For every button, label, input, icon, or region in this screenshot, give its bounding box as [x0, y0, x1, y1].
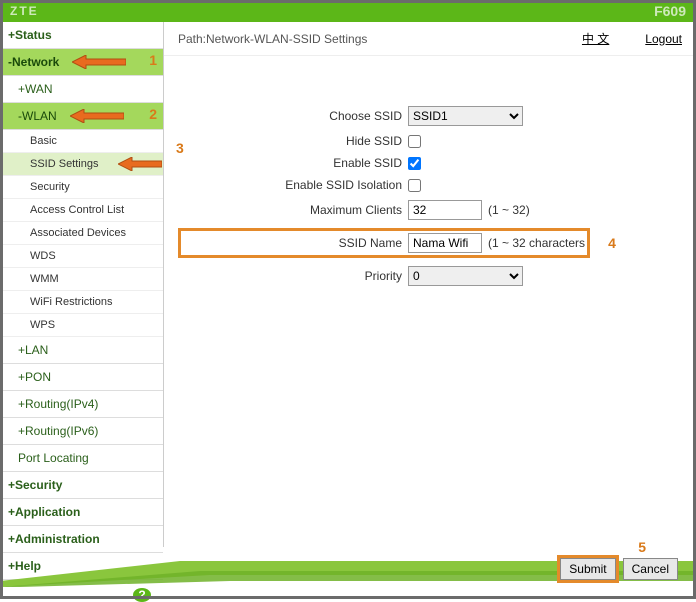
enable-isolation-checkbox[interactable] — [408, 179, 421, 192]
sidebar-item-acl[interactable]: Access Control List — [0, 199, 163, 222]
bottombar: 5 Submit Cancel — [0, 547, 696, 599]
form-area: Choose SSID SSID1 Hide SSID Enable SSID … — [164, 56, 696, 304]
hide-ssid-checkbox[interactable] — [408, 135, 421, 148]
sidebar-item-assoc[interactable]: Associated Devices — [0, 222, 163, 245]
enable-ssid-checkbox[interactable] — [408, 157, 421, 170]
breadcrumb: Path:Network-WLAN-SSID Settings — [178, 32, 367, 46]
arrow-icon — [118, 157, 162, 171]
label-hide-ssid: Hide SSID — [178, 134, 408, 148]
row-max-clients: Maximum Clients (1 ~ 32) — [178, 200, 682, 220]
cancel-button[interactable]: Cancel — [623, 558, 678, 580]
topbar: ZTE F609 — [0, 0, 696, 22]
row-priority: Priority 0 — [178, 266, 682, 286]
priority-select[interactable]: 0 — [408, 266, 523, 286]
button-row: Submit Cancel — [557, 555, 678, 583]
sidebar-item-wds[interactable]: WDS — [0, 245, 163, 268]
label-ssid-name: SSID Name — [183, 236, 408, 250]
logout-link[interactable]: Logout — [645, 32, 682, 46]
annotation-1: 1 — [149, 52, 157, 68]
arrow-icon — [72, 55, 126, 69]
sidebar-label: -Network — [8, 55, 59, 69]
annotation-3: 3 — [176, 140, 184, 156]
sidebar-item-security-wlan[interactable]: Security — [0, 176, 163, 199]
submit-highlight: Submit — [557, 555, 618, 583]
sidebar-item-network[interactable]: -Network 1 — [0, 49, 163, 76]
sidebar-item-routing6[interactable]: +Routing(IPv6) — [0, 418, 163, 445]
sidebar-label: SSID Settings — [30, 158, 98, 170]
ssid-name-highlight: SSID Name (1 ~ 32 characters — [178, 228, 590, 258]
label-enable-isolation: Enable SSID Isolation — [178, 178, 408, 192]
language-link[interactable]: 中 文 — [582, 30, 609, 47]
choose-ssid-select[interactable]: SSID1 — [408, 106, 523, 126]
label-priority: Priority — [178, 269, 408, 283]
sidebar-item-port-locating[interactable]: Port Locating — [0, 445, 163, 472]
label-choose-ssid: Choose SSID — [178, 109, 408, 123]
sidebar-item-wifi-restrict[interactable]: WiFi Restrictions — [0, 291, 163, 314]
label-max-clients: Maximum Clients — [178, 203, 408, 217]
sidebar-item-wmm[interactable]: WMM — [0, 268, 163, 291]
sidebar-item-application[interactable]: +Application — [0, 499, 163, 526]
ssid-name-input[interactable] — [408, 233, 482, 253]
model-text: F609 — [654, 3, 686, 19]
row-ssid-name: SSID Name (1 ~ 32 characters 4 — [178, 228, 682, 258]
annotation-4: 4 — [608, 235, 616, 251]
annotation-5: 5 — [638, 539, 646, 555]
content: Path:Network-WLAN-SSID Settings 中 文 Logo… — [164, 22, 696, 547]
arrow-icon — [70, 109, 124, 123]
row-enable-isolation: Enable SSID Isolation — [178, 178, 682, 192]
row-choose-ssid: Choose SSID SSID1 — [178, 106, 682, 126]
sidebar-item-wps[interactable]: WPS — [0, 314, 163, 337]
max-clients-hint: (1 ~ 32) — [488, 203, 530, 217]
sidebar-item-pon[interactable]: +PON — [0, 364, 163, 391]
submit-button[interactable]: Submit — [560, 558, 615, 580]
sidebar-label: -WLAN — [18, 109, 57, 123]
sidebar-item-basic[interactable]: Basic — [0, 130, 163, 153]
row-hide-ssid: Hide SSID — [178, 134, 682, 148]
max-clients-input[interactable] — [408, 200, 482, 220]
sidebar: +Status -Network 1 +WAN -WLAN 2 Basic SS… — [0, 22, 164, 547]
sidebar-item-security[interactable]: +Security — [0, 472, 163, 499]
ssid-name-hint: (1 ~ 32 characters — [488, 236, 585, 250]
sidebar-item-routing4[interactable]: +Routing(IPv4) — [0, 391, 163, 418]
sidebar-item-ssid-settings[interactable]: SSID Settings — [0, 153, 163, 176]
logo-text: ZTE — [10, 4, 39, 18]
main-container: +Status -Network 1 +WAN -WLAN 2 Basic SS… — [0, 22, 696, 547]
sidebar-item-status[interactable]: +Status — [0, 22, 163, 49]
path-row: Path:Network-WLAN-SSID Settings 中 文 Logo… — [164, 22, 696, 56]
sidebar-item-lan[interactable]: +LAN — [0, 337, 163, 364]
sidebar-item-wan[interactable]: +WAN — [0, 76, 163, 103]
annotation-2: 2 — [149, 106, 157, 122]
label-enable-ssid: Enable SSID — [178, 156, 408, 170]
sidebar-item-wlan[interactable]: -WLAN 2 — [0, 103, 163, 130]
row-enable-ssid: Enable SSID — [178, 156, 682, 170]
